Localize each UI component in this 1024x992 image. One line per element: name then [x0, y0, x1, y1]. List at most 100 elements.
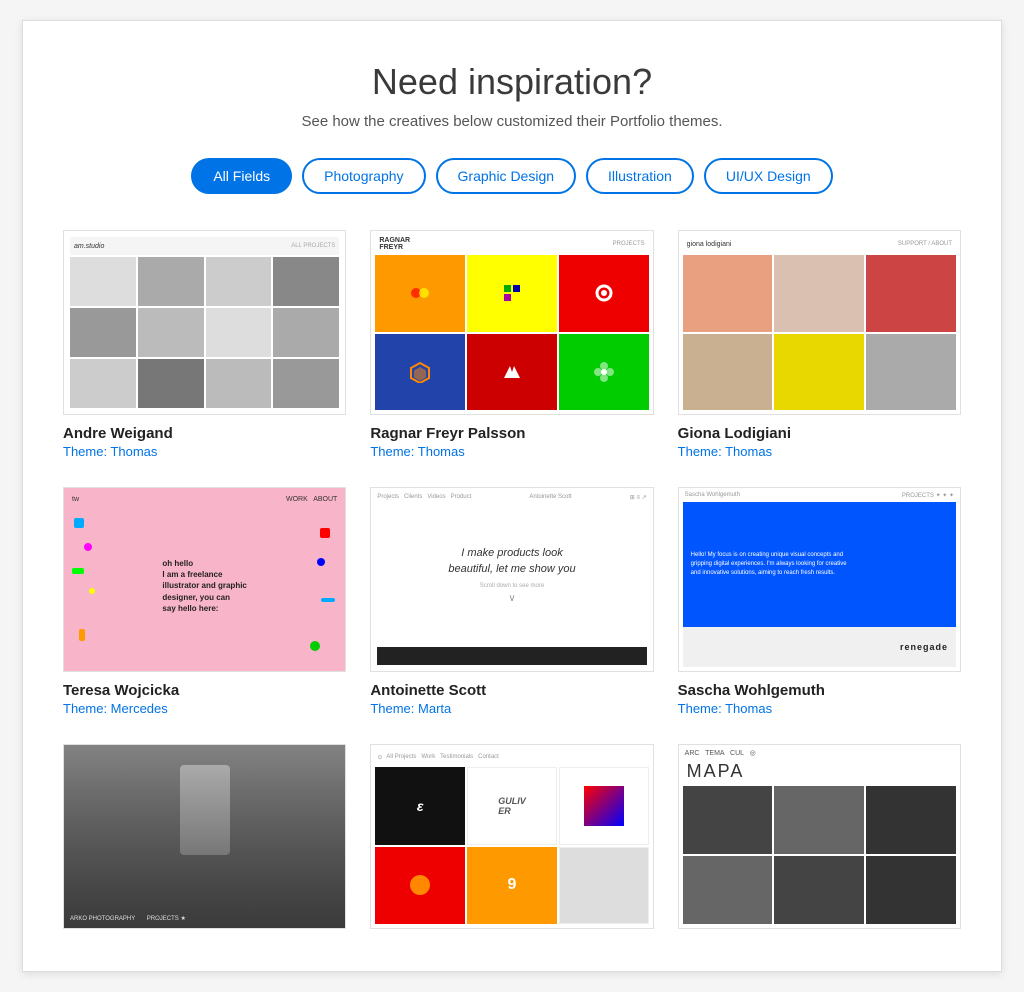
card-name-6: Sascha Wohlgemuth: [678, 682, 961, 699]
card7-text: ARKO PHOTOGRAPHY PROJECTS ★: [70, 915, 339, 922]
card5-bottom-bar: [377, 647, 646, 665]
bw-cell: [273, 308, 339, 357]
filter-photography[interactable]: Photography: [302, 158, 425, 194]
gradient-swatch: [584, 786, 624, 826]
bw-cell: [206, 359, 272, 408]
number-9: 9: [508, 876, 517, 894]
card4-content: oh hello I am a freelance illustrator an…: [72, 509, 337, 663]
card-theme-4: Theme: Mercedes: [63, 701, 346, 716]
bw-cell: [138, 359, 204, 408]
card-thumbnail-4: tw WORK ABOUT oh hell: [63, 487, 346, 672]
card5-content: I make products lookbeautiful, let me sh…: [377, 511, 646, 639]
dark-cell: [683, 786, 773, 854]
warm-cell-4: [683, 334, 773, 411]
color-cell: [559, 334, 649, 411]
card5-tagline: I make products lookbeautiful, let me sh…: [448, 546, 575, 577]
warm-cell-6: [866, 334, 956, 411]
color-cell: [467, 255, 557, 332]
card-thumbnail-9: ARC TEMA CUL ◎ MAPA: [678, 744, 961, 929]
bw-cell: [70, 308, 136, 357]
card4-text: oh hello I am a freelance illustrator an…: [162, 558, 246, 614]
card9-title: MAPA: [683, 761, 956, 782]
letter-e: ε: [417, 798, 424, 814]
card-theme-3: Theme: Thomas: [678, 444, 961, 459]
grid-cell: ε: [375, 767, 465, 845]
card5-name: Antoinette Scott: [529, 494, 571, 501]
card-thumbnail-8: ⊙ All Projects Work Testimonials Contact…: [370, 744, 653, 929]
card-name-3: Giona Lodigiani: [678, 425, 961, 442]
card3-grid: [683, 255, 956, 410]
card-theme-1: Theme: Thomas: [63, 444, 346, 459]
card5-nav: Projects Clients Videos Product: [377, 494, 471, 501]
card9-nav: ARC TEMA CUL ◎: [685, 749, 756, 757]
grid-cell: [559, 767, 649, 845]
card6-text: Hello! My focus is on creating unique vi…: [691, 551, 847, 578]
dark-cell: [683, 856, 773, 924]
filter-graphic-design[interactable]: Graphic Design: [436, 158, 577, 194]
card-theme-5: Theme: Marta: [370, 701, 653, 716]
card3-logo: giona lodigiani: [687, 241, 732, 248]
card5-icons: ⊞ ≡ ↗: [630, 494, 647, 501]
card6-header: Sascha Wohlgemuth PROJECTS ✦ ✦ ✦: [683, 492, 956, 499]
letter-guliver: GULIVER: [498, 796, 526, 816]
card-thumbnail-1: am.studio ALL PROJECTS: [63, 230, 346, 415]
color-cell: [559, 255, 649, 332]
portfolio-card-9[interactable]: ARC TEMA CUL ◎ MAPA: [678, 744, 961, 941]
card1-logo: am.studio: [74, 243, 104, 250]
card3-header: giona lodigiani SUPPORT / ABOUT: [683, 235, 956, 253]
bw-cell: [138, 257, 204, 306]
card-thumbnail-7: ARKO PHOTOGRAPHY PROJECTS ★: [63, 744, 346, 929]
color-cell: [467, 334, 557, 411]
portfolio-card-2[interactable]: RAGNARFREYR PROJECTS: [370, 230, 653, 459]
warm-cell-1: [683, 255, 773, 332]
portfolio-card-3[interactable]: giona lodigiani SUPPORT / ABOUT Giona Lo…: [678, 230, 961, 459]
grid-cell: GULIVER: [467, 767, 557, 845]
portfolio-card-4[interactable]: tw WORK ABOUT oh hell: [63, 487, 346, 716]
dark-cell: [774, 786, 864, 854]
portfolio-card-1[interactable]: am.studio ALL PROJECTS: [63, 230, 346, 459]
bw-cell: [273, 257, 339, 306]
card-name-2: Ragnar Freyr Palsson: [370, 425, 653, 442]
grid-cell: [559, 847, 649, 925]
card5-sub: Scroll down to see more: [480, 583, 544, 589]
filter-uiux-design[interactable]: UI/UX Design: [704, 158, 833, 194]
flower-icon: [593, 361, 615, 383]
card-thumbnail-3: giona lodigiani SUPPORT / ABOUT: [678, 230, 961, 415]
dark-cell: [774, 856, 864, 924]
card2-nav: PROJECTS: [613, 241, 645, 247]
warm-cell-3: [866, 255, 956, 332]
card1-nav: ALL PROJECTS: [291, 243, 335, 249]
card9-header: ARC TEMA CUL ◎: [683, 749, 956, 757]
card6-blue-section: Hello! My focus is on creating unique vi…: [683, 502, 956, 627]
card-thumbnail-2: RAGNARFREYR PROJECTS: [370, 230, 653, 415]
card5-header: Projects Clients Videos Product Antoinet…: [377, 494, 646, 501]
card-theme-2: Theme: Thomas: [370, 444, 653, 459]
card7-person-figure: [180, 765, 230, 855]
portfolio-card-6[interactable]: Sascha Wohlgemuth PROJECTS ✦ ✦ ✦ Hello! …: [678, 487, 961, 716]
card6-logo: Sascha Wohlgemuth: [685, 492, 740, 499]
bw-cell: [273, 359, 339, 408]
bw-cell: [206, 257, 272, 306]
green-shape-icon: [502, 283, 522, 303]
bw-cell: [206, 308, 272, 357]
card8-nav: All Projects Work Testimonials Contact: [386, 754, 498, 760]
filter-bar: All Fields Photography Graphic Design Il…: [63, 158, 961, 194]
card6-nav: PROJECTS ✦ ✦ ✦: [902, 492, 954, 499]
filter-illustration[interactable]: Illustration: [586, 158, 694, 194]
dark-cell: [866, 786, 956, 854]
card8-icon: ⊙: [377, 754, 382, 761]
portfolio-card-8[interactable]: ⊙ All Projects Work Testimonials Contact…: [370, 744, 653, 941]
portfolio-card-5[interactable]: Projects Clients Videos Product Antoinet…: [370, 487, 653, 716]
chevron-down-icon: ∨: [508, 593, 515, 604]
dark-cell: [866, 856, 956, 924]
card6-bottom: renegade: [683, 627, 956, 667]
card-name-5: Antoinette Scott: [370, 682, 653, 699]
portfolio-card-7[interactable]: ARKO PHOTOGRAPHY PROJECTS ★: [63, 744, 346, 941]
filter-all-fields[interactable]: All Fields: [191, 158, 292, 194]
hex-icon: [409, 361, 431, 383]
color-cell: [375, 255, 465, 332]
m-shape-icon: [502, 362, 522, 382]
card2-header: RAGNARFREYR PROJECTS: [375, 235, 648, 253]
orange-circle: [410, 875, 430, 895]
warm-cell-5: [774, 334, 864, 411]
